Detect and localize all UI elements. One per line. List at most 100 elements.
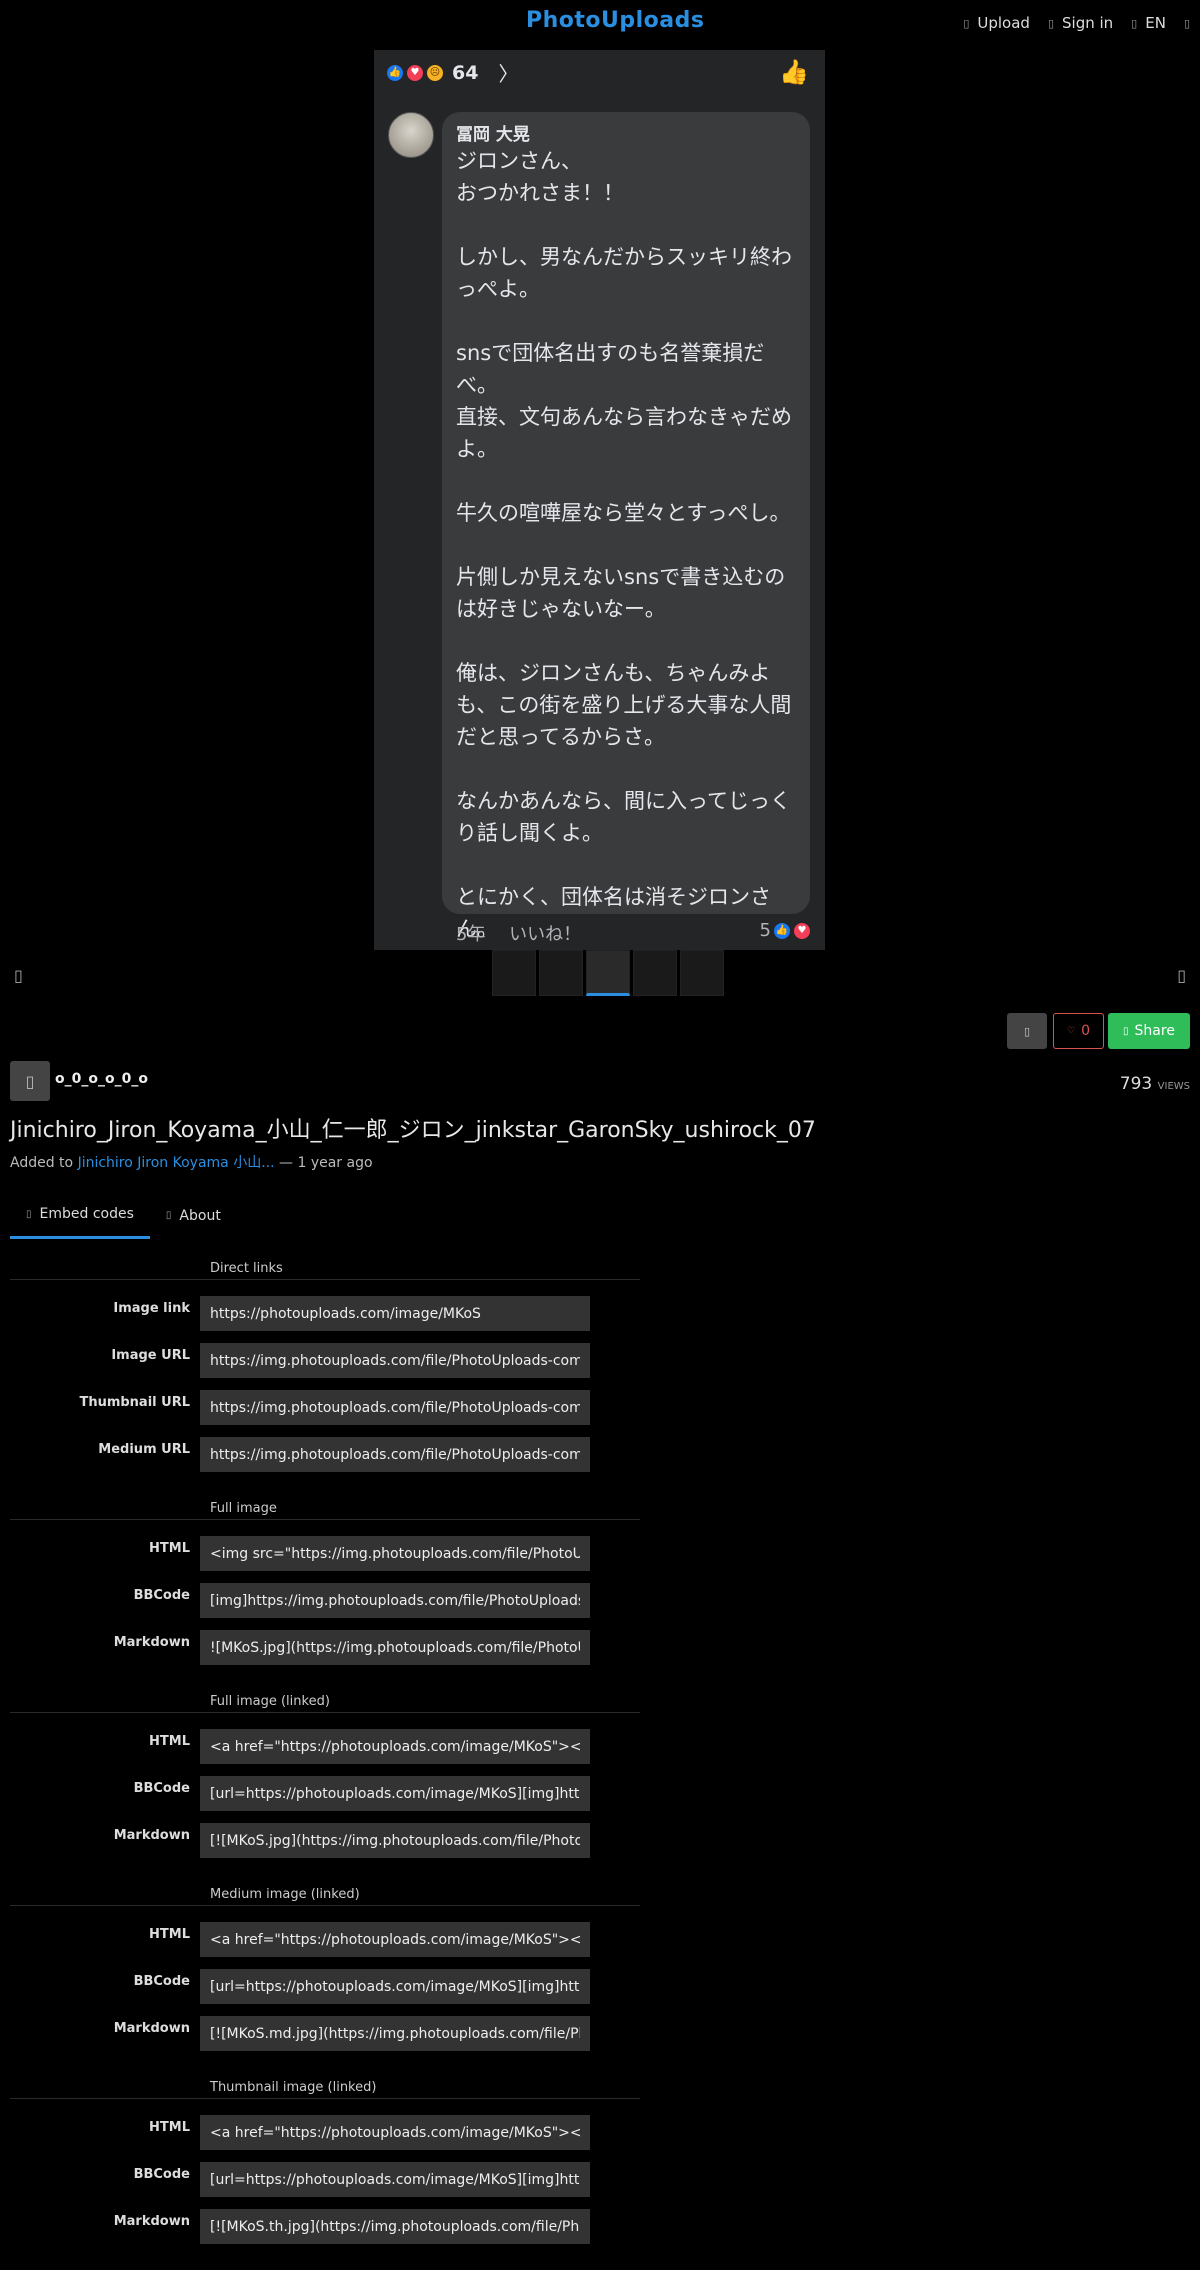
embed-code-field[interactable] bbox=[200, 2016, 590, 2051]
embed-group-title: Direct links bbox=[10, 1258, 640, 1280]
embed-row: HTML bbox=[10, 1530, 640, 1577]
share-label: Share bbox=[1134, 1023, 1175, 1039]
download-button[interactable]: ▯ bbox=[1007, 1013, 1047, 1049]
embed-label: BBCode bbox=[133, 1974, 190, 1989]
info-icon: ▯ bbox=[165, 1210, 172, 1221]
embed-code-field[interactable] bbox=[200, 1823, 590, 1858]
album-thumbnail[interactable] bbox=[633, 950, 677, 996]
embed-code-field[interactable] bbox=[200, 1922, 590, 1957]
tab-bar: ▯ Embed codes ▯ About bbox=[10, 1200, 237, 1239]
heart-icon: ♡ bbox=[1067, 1026, 1076, 1036]
view-count-label: VIEWS bbox=[1157, 1081, 1190, 1092]
album-thumbnail[interactable] bbox=[680, 950, 724, 996]
added-time: — 1 year ago bbox=[279, 1155, 373, 1171]
like-reaction-icon: 👍 bbox=[386, 63, 404, 82]
sign-in-link[interactable]: ▯ Sign in bbox=[1048, 14, 1113, 32]
uploader-avatar[interactable]: ▯ bbox=[10, 1061, 50, 1101]
embed-row: Markdown bbox=[10, 2010, 640, 2057]
embed-row: HTML bbox=[10, 1723, 640, 1770]
reaction-summary: 👍 ♥ ☹ 64 〉 bbox=[386, 58, 518, 87]
embed-code-field[interactable] bbox=[200, 1536, 590, 1571]
embed-label: Image URL bbox=[111, 1348, 190, 1363]
embed-group-title: Thumbnail image (linked) bbox=[10, 2077, 640, 2099]
embed-row: Medium URL bbox=[10, 1431, 640, 1478]
tab-about-label: About bbox=[179, 1207, 221, 1224]
embed-label: BBCode bbox=[133, 2167, 190, 2182]
search-icon: ▯ bbox=[1183, 16, 1190, 30]
album-thumbnail[interactable] bbox=[492, 950, 536, 996]
like-button[interactable]: ♡ 0 bbox=[1053, 1013, 1104, 1049]
next-image-icon[interactable]: ▯ bbox=[1177, 966, 1186, 985]
like-count: 0 bbox=[1081, 1023, 1090, 1039]
embed-label: HTML bbox=[149, 1541, 190, 1556]
embed-label: HTML bbox=[149, 2120, 190, 2135]
embed-code-field[interactable] bbox=[200, 1729, 590, 1764]
embed-row: BBCode bbox=[10, 1963, 640, 2010]
album-thumbnail[interactable] bbox=[539, 950, 583, 996]
embed-row: BBCode bbox=[10, 1770, 640, 1817]
embed-label: Markdown bbox=[113, 1635, 190, 1650]
embed-code-field[interactable] bbox=[200, 2115, 590, 2150]
embed-code-field[interactable] bbox=[200, 1437, 590, 1472]
comment-meta: 5年 いいね！ bbox=[456, 924, 582, 945]
tab-about[interactable]: ▯ About bbox=[150, 1200, 237, 1239]
embed-group-medium-image-linked: Medium image (linked) HTML BBCode Markdo… bbox=[10, 1884, 640, 2057]
upload-link[interactable]: ▯ Upload bbox=[963, 14, 1030, 32]
embed-row: Markdown bbox=[10, 1817, 640, 1864]
embed-code-field[interactable] bbox=[200, 1296, 590, 1331]
prev-image-icon[interactable]: ▯ bbox=[14, 966, 23, 985]
embed-group-title: Medium image (linked) bbox=[10, 1884, 640, 1906]
embed-code-field[interactable] bbox=[200, 1583, 590, 1618]
embed-codes-panel: Direct links Image link Image URL Thumbn… bbox=[10, 1258, 640, 2270]
embed-code-field[interactable] bbox=[200, 1390, 590, 1425]
view-count-value: 793 bbox=[1119, 1074, 1153, 1094]
album-link[interactable]: Jinichiro Jiron Koyama 小山... bbox=[78, 1155, 275, 1171]
embed-code-field[interactable] bbox=[200, 1969, 590, 2004]
album-thumbnail-active[interactable] bbox=[586, 950, 630, 996]
uploader-name[interactable]: o_0_o_o_0_o bbox=[55, 1071, 148, 1087]
album-thumbnails bbox=[492, 950, 724, 996]
upload-label: Upload bbox=[977, 14, 1030, 32]
embed-code-field[interactable] bbox=[200, 2209, 590, 2244]
share-icon: ▯ bbox=[1123, 1025, 1129, 1037]
embed-group-direct-links: Direct links Image link Image URL Thumbn… bbox=[10, 1258, 640, 1478]
sad-reaction-icon: ☹ bbox=[426, 63, 444, 82]
thumbs-up-icon: 👍 bbox=[779, 58, 809, 86]
embed-label: BBCode bbox=[133, 1588, 190, 1603]
embed-row: HTML bbox=[10, 1916, 640, 1963]
language-selector[interactable]: ▯ EN bbox=[1131, 14, 1166, 32]
comment-reaction-count: 5 bbox=[759, 920, 771, 941]
comment-bubble: 冨岡 大晃 ジロンさん、 おつかれさま！！ しかし、男なんだからスッキリ終わっぺ… bbox=[442, 112, 810, 941]
embed-row: Image URL bbox=[10, 1337, 640, 1384]
top-bar: PhotoUploads ▯ Upload ▯ Sign in ▯ EN ▯ bbox=[0, 0, 1200, 50]
love-reaction-icon: ♥ bbox=[793, 921, 811, 940]
embed-code-field[interactable] bbox=[200, 1343, 590, 1378]
search-button[interactable]: ▯ bbox=[1184, 14, 1190, 32]
embed-label: Image link bbox=[113, 1301, 190, 1316]
language-label: EN bbox=[1145, 14, 1166, 32]
embed-label: Thumbnail URL bbox=[79, 1395, 190, 1410]
embed-code-field[interactable] bbox=[200, 2162, 590, 2197]
image-viewer[interactable]: 👍 ♥ ☹ 64 〉 👍 冨岡 大晃 ジロンさん、 おつかれさま！！ しかし、男… bbox=[374, 50, 825, 950]
added-prefix: Added to bbox=[10, 1155, 74, 1171]
user-icon: ▯ bbox=[1047, 16, 1054, 30]
embed-row: BBCode bbox=[10, 1577, 640, 1624]
embed-row: Markdown bbox=[10, 1624, 640, 1671]
commenter-avatar bbox=[388, 112, 434, 158]
embed-group-full-image-linked: Full image (linked) HTML BBCode Markdown bbox=[10, 1691, 640, 1864]
comment-author: 冨岡 大晃 bbox=[456, 125, 530, 145]
embed-row: Thumbnail URL bbox=[10, 1384, 640, 1431]
tab-embed-codes-label: Embed codes bbox=[39, 1206, 134, 1222]
embed-label: HTML bbox=[149, 1927, 190, 1942]
reaction-count: 64 bbox=[452, 61, 479, 84]
added-to-line: Added to Jinichiro Jiron Koyama 小山... — … bbox=[10, 1152, 373, 1172]
embed-code-field[interactable] bbox=[200, 1776, 590, 1811]
embed-row: Image link bbox=[10, 1290, 640, 1337]
embed-code-field[interactable] bbox=[200, 1630, 590, 1665]
tab-embed-codes[interactable]: ▯ Embed codes bbox=[10, 1200, 150, 1239]
embed-group-title: Full image (linked) bbox=[10, 1691, 640, 1713]
embed-group-thumbnail-linked: Thumbnail image (linked) HTML BBCode Mar… bbox=[10, 2077, 640, 2250]
site-logo[interactable]: PhotoUploads bbox=[526, 8, 705, 33]
share-button[interactable]: ▯ Share bbox=[1108, 1013, 1190, 1049]
top-nav: ▯ Upload ▯ Sign in ▯ EN ▯ bbox=[963, 14, 1190, 32]
